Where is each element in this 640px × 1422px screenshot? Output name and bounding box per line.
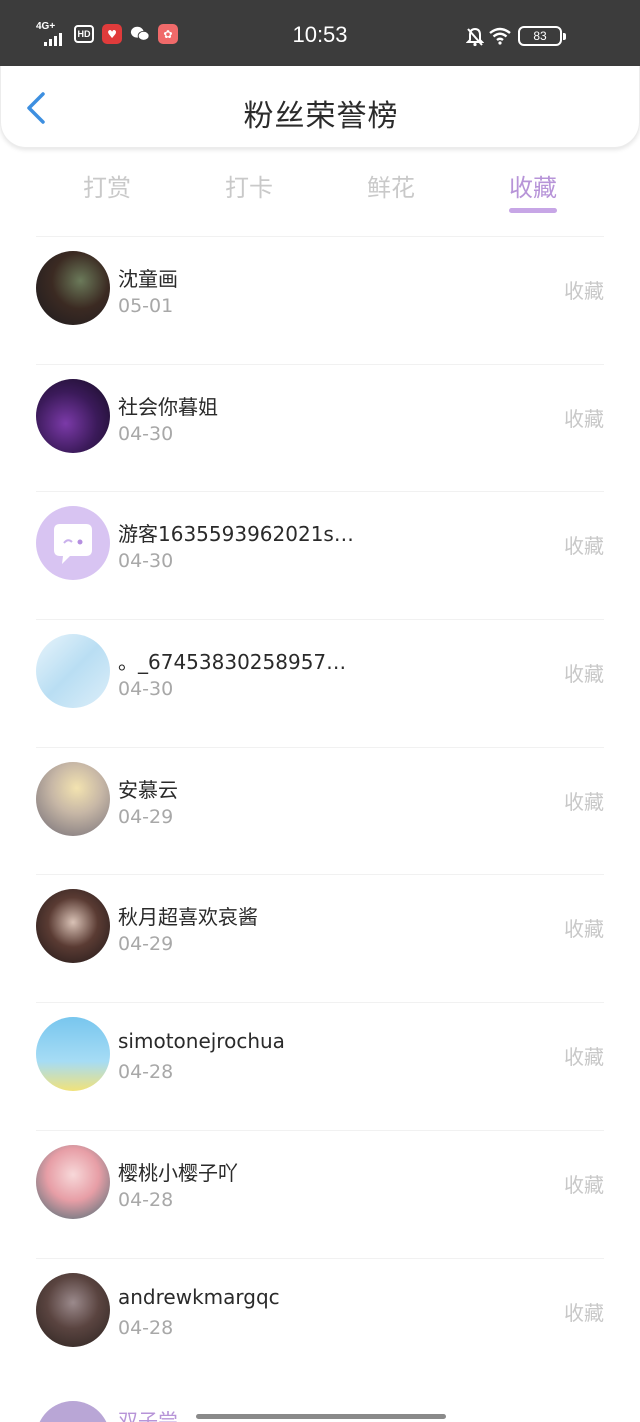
avatar [36,1017,110,1092]
item-date: 04-29 [118,805,174,828]
header: 粉丝荣誉榜 [0,66,640,148]
favorite-label: 收藏 [564,1045,604,1070]
favorite-label: 收藏 [564,662,604,687]
avatar [36,378,110,453]
tab-bar: 打赏 打卡 鲜花 收藏 [0,160,640,220]
item-date: 04-30 [118,422,174,445]
battery-icon: 83 [518,26,566,46]
list-item[interactable]: 游客1635593962021s… 04-30 收藏 [36,491,604,619]
tab-checkin[interactable]: 打卡 [189,168,309,203]
tab-favorites[interactable]: 收藏 [473,168,593,203]
avatar [36,506,110,581]
status-bar: 4G+ HD ♥ ✿ 10:53 83 [0,0,640,66]
home-indicator[interactable] [196,1414,446,1419]
item-date: 05-01 [118,295,174,317]
page-title: 粉丝荣誉榜 [243,99,399,134]
list-item[interactable]: 。_67453830258957… 04-30 收藏 [36,619,604,747]
user-name: 社会你暮姐 [118,394,218,419]
avatar [36,634,110,709]
item-date: 04-28 [118,1188,174,1211]
fan-list: 沈童画 05-01 收藏 社会你暮姐 04-30 收藏 游客1635593962… [0,236,640,1385]
item-date: 04-28 [118,1316,174,1339]
item-date: 04-28 [118,1061,174,1084]
avatar [36,1144,110,1219]
item-date: 04-29 [118,933,174,956]
user-name: 秋月超喜欢哀酱 [118,905,258,930]
list-item[interactable]: 秋月超喜欢哀酱 04-29 收藏 [36,874,604,1002]
favorite-label: 收藏 [564,406,604,431]
user-name: andrewkmargqc [118,1284,280,1309]
list-item[interactable]: 沈童画 05-01 收藏 [36,236,604,364]
favorite-label: 收藏 [564,789,604,814]
favorite-label: 收藏 [564,279,604,303]
favorite-label: 收藏 [564,534,604,559]
favorite-label: 收藏 [564,1300,604,1325]
tab-flowers[interactable]: 鲜花 [331,168,451,203]
user-name: 游客1635593962021s… [118,522,354,547]
avatar [36,761,110,836]
avatar [36,251,110,325]
mute-icon [465,27,485,51]
user-name: simotonejrochua [118,1029,285,1054]
list-item[interactable]: 社会你暮姐 04-30 收藏 [36,363,604,492]
user-name: 樱桃小樱子吖 [118,1160,238,1185]
item-date: 04-30 [118,678,174,701]
user-name: 双子尝 [118,1409,178,1422]
avatar [36,889,110,964]
active-tab-indicator [509,208,557,213]
avatar [36,1401,110,1422]
favorite-label: 收藏 [564,1172,604,1197]
chat-bubble-icon [54,524,92,565]
list-item[interactable]: 樱桃小樱子吖 04-28 收藏 [36,1129,604,1258]
user-name: 沈童画 [118,267,178,291]
tab-reward[interactable]: 打赏 [47,168,167,203]
avatar [36,1272,110,1347]
list-item[interactable]: simotonejrochua 04-28 收藏 [36,1002,604,1130]
user-name: 。_67453830258957… [118,650,347,675]
list-item[interactable]: 安慕云 04-29 收藏 [36,746,604,875]
user-name: 安慕云 [118,777,178,802]
list-item[interactable]: andrewkmargqc 04-28 收藏 [36,1257,604,1386]
favorite-label: 收藏 [564,917,604,942]
wifi-icon [488,27,512,49]
item-date: 04-30 [118,550,174,573]
